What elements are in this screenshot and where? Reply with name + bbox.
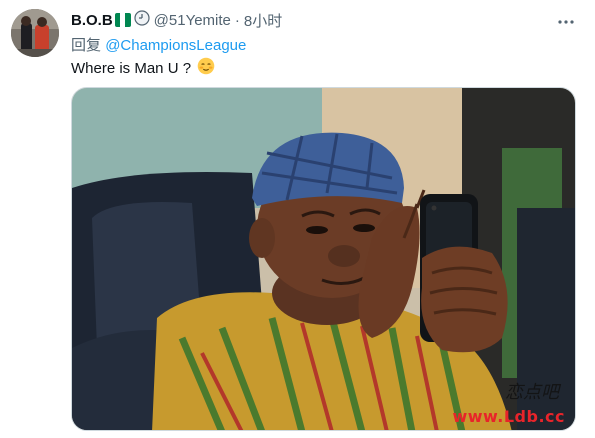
tweet-text: Where is Man U ? — [71, 57, 215, 79]
photo-illustration — [72, 88, 575, 430]
separator-dot: · — [234, 11, 240, 29]
reply-mention-link[interactable]: @ChampionsLeague — [105, 37, 246, 54]
more-icon[interactable] — [557, 13, 575, 36]
reply-prefix: 回复 — [71, 37, 102, 54]
author-name[interactable]: B.O.B — [71, 12, 113, 29]
watermark-cn-text: 恋点吧 — [505, 382, 559, 403]
tweet-photo[interactable]: 恋点吧 www.Ldb.cc — [71, 87, 576, 431]
avatar[interactable] — [11, 9, 59, 57]
clock-icon — [134, 10, 150, 30]
reply-to-line: 回复 @ChampionsLeague — [71, 34, 246, 55]
nigeria-flag-icon — [114, 13, 131, 27]
tweet-body: Where is Man U ? — [71, 59, 192, 77]
tweet-header: B.O.B @51Yemite · 8小时 — [71, 10, 282, 30]
watermark-url: www.Ldb.cc — [452, 407, 565, 426]
relieved-face-emoji-icon — [197, 57, 215, 79]
timestamp[interactable]: 8小时 — [244, 10, 282, 31]
author-handle[interactable]: @51Yemite — [154, 12, 231, 29]
